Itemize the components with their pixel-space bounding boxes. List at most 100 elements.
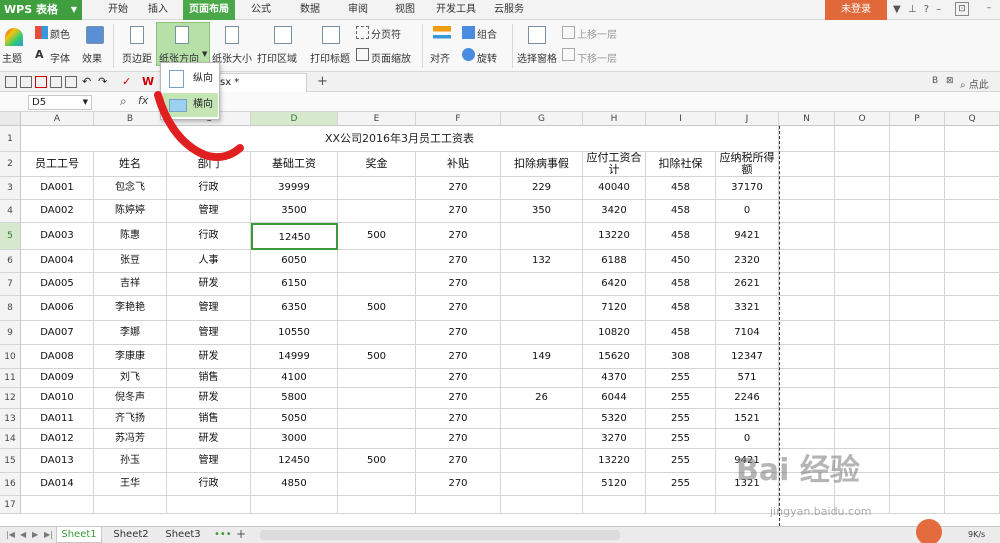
fx-button[interactable]: fx: [138, 94, 148, 107]
table-cell[interactable]: 2320: [716, 250, 779, 273]
table-cell[interactable]: [501, 321, 583, 345]
table-cell[interactable]: [835, 345, 890, 369]
row-header-11[interactable]: 11: [0, 369, 21, 388]
table-cell[interactable]: [945, 449, 1000, 473]
table-cell[interactable]: [338, 429, 416, 449]
table-cell[interactable]: [945, 273, 1000, 296]
color-button[interactable]: 颜色: [50, 26, 70, 41]
column-title-cell[interactable]: 扣除病事假: [501, 152, 583, 177]
table-cell[interactable]: 308: [646, 345, 716, 369]
restore-icon[interactable]: ⊡: [955, 2, 969, 16]
table-cell[interactable]: 1521: [716, 409, 779, 429]
name-box[interactable]: D5 ▼: [28, 95, 92, 110]
table-cell[interactable]: 销售: [167, 409, 251, 429]
table-cell[interactable]: 行政: [167, 223, 251, 250]
table-cell[interactable]: [890, 296, 945, 321]
table-cell[interactable]: [945, 345, 1000, 369]
table-cell[interactable]: [338, 409, 416, 429]
tab-formula[interactable]: 公式: [243, 0, 279, 20]
table-cell[interactable]: [890, 473, 945, 496]
print-title-button[interactable]: 打印标题: [310, 50, 350, 65]
table-cell[interactable]: 研发: [167, 388, 251, 409]
tab-review[interactable]: 审阅: [340, 0, 376, 20]
column-header-n[interactable]: N: [779, 112, 835, 126]
table-cell[interactable]: [835, 388, 890, 409]
table-cell[interactable]: DA013: [21, 449, 94, 473]
open-icon[interactable]: [20, 76, 32, 88]
table-cell[interactable]: [779, 296, 835, 321]
row-header-9[interactable]: 9: [0, 321, 21, 345]
effect-button[interactable]: 效果: [82, 50, 102, 65]
table-cell[interactable]: 0: [716, 200, 779, 223]
table-cell[interactable]: 陈婷婷: [94, 200, 167, 223]
sheet-tab-sheet2[interactable]: Sheet2: [108, 527, 154, 543]
table-cell[interactable]: 571: [716, 369, 779, 388]
table-cell[interactable]: 李娜: [94, 321, 167, 345]
portrait-option[interactable]: 纵向: [163, 67, 218, 91]
column-title-cell[interactable]: 部门: [167, 152, 251, 177]
table-cell[interactable]: [94, 496, 167, 514]
table-cell[interactable]: [890, 345, 945, 369]
column-title-cell[interactable]: 应纳税所得额: [716, 152, 779, 177]
table-cell[interactable]: [835, 321, 890, 345]
table-cell[interactable]: DA010: [21, 388, 94, 409]
table-cell[interactable]: 255: [646, 388, 716, 409]
table-cell[interactable]: 张豆: [94, 250, 167, 273]
table-cell[interactable]: [835, 126, 890, 152]
row-header-8[interactable]: 8: [0, 296, 21, 321]
table-cell[interactable]: [890, 388, 945, 409]
table-cell[interactable]: 15620: [583, 345, 646, 369]
table-cell[interactable]: 10550: [251, 321, 338, 345]
table-cell[interactable]: 255: [646, 409, 716, 429]
table-cell[interactable]: 270: [416, 273, 501, 296]
table-cell[interactable]: [835, 200, 890, 223]
table-cell[interactable]: [338, 200, 416, 223]
table-cell[interactable]: 39999: [251, 177, 338, 200]
bring-forward-button[interactable]: 上移一层: [577, 26, 617, 41]
page-break-button[interactable]: 分页符: [371, 26, 401, 41]
table-cell[interactable]: [890, 273, 945, 296]
table-cell[interactable]: [945, 126, 1000, 152]
table-cell[interactable]: 255: [646, 369, 716, 388]
table-cell[interactable]: 5800: [251, 388, 338, 409]
shirt-icon[interactable]: ▼: [893, 0, 901, 20]
table-cell[interactable]: DA008: [21, 345, 94, 369]
right-toolbar-grid-icon[interactable]: ⊠: [946, 76, 954, 86]
table-cell[interactable]: 行政: [167, 473, 251, 496]
tab-data[interactable]: 数据: [292, 0, 328, 20]
column-header-d[interactable]: D: [251, 112, 338, 126]
row-header-14[interactable]: 14: [0, 429, 21, 449]
table-cell[interactable]: 26: [501, 388, 583, 409]
table-cell[interactable]: 吉祥: [94, 273, 167, 296]
table-cell[interactable]: 270: [416, 223, 501, 250]
table-cell[interactable]: DA012: [21, 429, 94, 449]
table-cell[interactable]: 管理: [167, 200, 251, 223]
column-header-o[interactable]: O: [835, 112, 890, 126]
table-cell[interactable]: 管理: [167, 296, 251, 321]
table-cell[interactable]: [338, 273, 416, 296]
new-tab-icon[interactable]: +: [317, 74, 328, 89]
table-cell[interactable]: [501, 369, 583, 388]
table-cell[interactable]: [945, 152, 1000, 177]
table-cell[interactable]: 6350: [251, 296, 338, 321]
table-cell[interactable]: [338, 496, 416, 514]
table-cell[interactable]: 5120: [583, 473, 646, 496]
table-cell[interactable]: 270: [416, 449, 501, 473]
table-cell[interactable]: 7104: [716, 321, 779, 345]
next-sheet-icon[interactable]: ▶: [32, 530, 38, 539]
table-cell[interactable]: [890, 126, 945, 152]
table-cell[interactable]: DA014: [21, 473, 94, 496]
table-cell[interactable]: 149: [501, 345, 583, 369]
theme-icon[interactable]: [5, 28, 23, 46]
table-cell[interactable]: [167, 496, 251, 514]
table-cell[interactable]: 包念飞: [94, 177, 167, 200]
sheet-tab-sheet1[interactable]: Sheet1: [56, 527, 102, 543]
row-header-13[interactable]: 13: [0, 409, 21, 429]
font-button[interactable]: 字体: [50, 50, 70, 65]
row-header-12[interactable]: 12: [0, 388, 21, 409]
save-icon[interactable]: [5, 76, 17, 88]
table-cell[interactable]: [338, 388, 416, 409]
table-cell[interactable]: 12347: [716, 345, 779, 369]
theme-button[interactable]: 主题: [2, 50, 22, 65]
table-cell[interactable]: [338, 369, 416, 388]
